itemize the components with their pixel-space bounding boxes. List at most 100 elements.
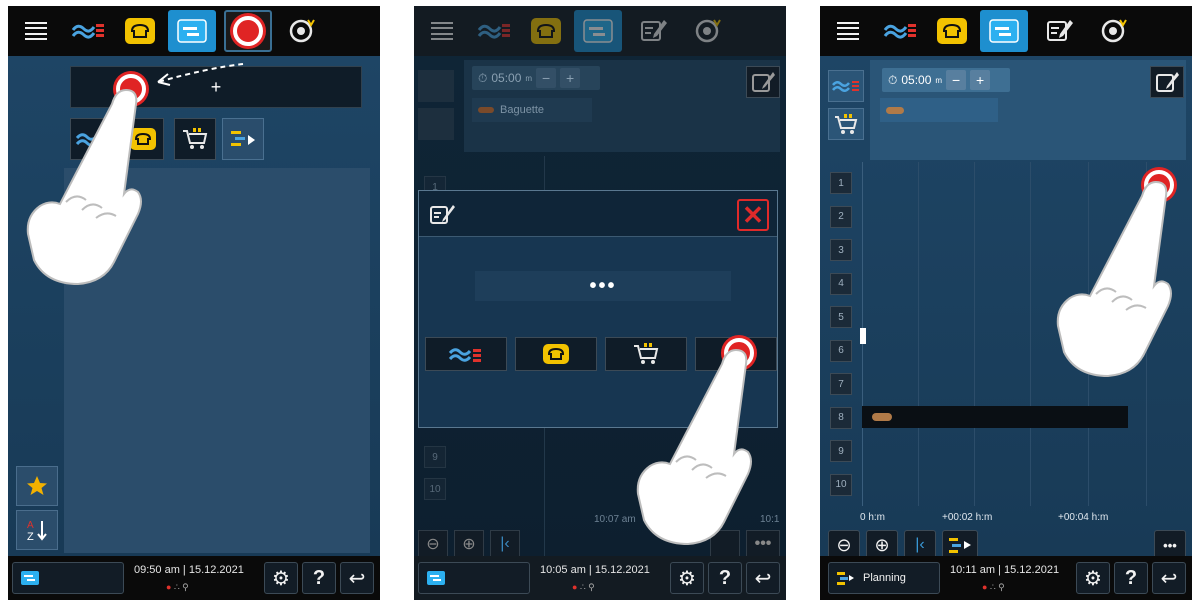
zoom-out-icon: ⊖ (426, 536, 440, 553)
menu-button[interactable] (418, 10, 466, 52)
scheduled-program-bar[interactable] (862, 406, 1128, 428)
baguette-icon (478, 107, 494, 113)
nav-intelligent-cooking[interactable] (64, 10, 112, 52)
zoom-in-icon: ⊕ (462, 536, 476, 553)
jump-start-icon: |‹ (915, 536, 925, 553)
settings-button[interactable]: ⚙ (670, 562, 704, 594)
dialog-cat-bakery[interactable] (515, 337, 597, 371)
cart-icon (835, 114, 858, 134)
rack-3[interactable]: 3 (830, 239, 852, 261)
star-icon (27, 476, 47, 495)
time-tick: 0 h:m (860, 512, 886, 523)
name-input[interactable]: ••• (475, 271, 731, 301)
notes-icon (641, 20, 667, 41)
side-tab-cart[interactable] (828, 108, 864, 140)
nav-bakery[interactable] (522, 10, 570, 52)
planning-list-icon (837, 572, 854, 585)
tab-planning[interactable] (222, 118, 264, 160)
gear-icon: ⚙ (678, 567, 696, 590)
close-icon: ✕ (742, 200, 764, 230)
nav-cleaning[interactable] (278, 10, 326, 52)
hamburger-icon (431, 22, 453, 40)
rack-10[interactable]: 10 (424, 478, 446, 500)
rack-8[interactable]: 8 (830, 406, 852, 429)
tab-shopping-cart[interactable] (174, 118, 216, 160)
side-tab-combi[interactable] (418, 70, 454, 102)
sort-az-button[interactable]: A Z (16, 510, 58, 550)
rack-9[interactable]: 9 (424, 446, 446, 468)
dialog-header: ✕ (419, 191, 777, 237)
back-arrow-icon: ↩ (1160, 567, 1178, 590)
rack-5[interactable]: 5 (830, 306, 852, 328)
svg-text:Z: Z (27, 531, 34, 543)
rack-4[interactable]: 4 (830, 272, 852, 295)
gear-icon: ⚙ (272, 567, 290, 590)
menu-button[interactable] (12, 10, 60, 52)
status-icons: ● ∴ ⚲ (982, 582, 1005, 592)
hand-pointer-icon (26, 88, 142, 286)
rack-10[interactable]: 10 (830, 473, 852, 496)
nav-intelligent-cooking[interactable] (470, 10, 518, 52)
help-icon: ? (312, 566, 326, 589)
help-button[interactable]: ? (302, 562, 336, 594)
clean-icon (289, 19, 315, 43)
rack-6[interactable]: 6 (830, 339, 852, 362)
back-button[interactable]: ↩ (1152, 562, 1186, 594)
bread-icon (531, 18, 561, 44)
clock-date: 10:11 am | 15.12.2021 (950, 564, 1060, 576)
zoom-out-icon: ⊖ (836, 534, 852, 555)
mode-button[interactable] (12, 562, 124, 594)
screen-panel-2: ⏱ 05:00m − + Baguette 1 9 10 10:07 am am… (414, 6, 786, 600)
help-button[interactable]: ? (708, 562, 742, 594)
back-arrow-icon: ↩ (754, 567, 772, 590)
edit-notes-button[interactable] (1150, 66, 1184, 98)
plus-button[interactable]: + (970, 70, 991, 90)
notes-icon (752, 72, 775, 92)
nav-notes[interactable] (1036, 10, 1084, 52)
edit-notes-button[interactable] (746, 66, 780, 98)
time-cursor[interactable] (860, 328, 866, 344)
nav-bakery[interactable] (116, 10, 164, 52)
zoom-in-button[interactable]: ⊕ (454, 530, 484, 558)
close-button[interactable]: ✕ (737, 199, 769, 231)
nav-notes[interactable] (630, 10, 678, 52)
rack-7[interactable]: 7 (830, 373, 852, 395)
side-tab-combi[interactable] (828, 70, 864, 102)
minus-button[interactable]: − (536, 68, 557, 88)
minus-button[interactable]: − (946, 70, 967, 90)
nav-bakery[interactable] (928, 10, 976, 52)
rack-2[interactable]: 2 (830, 205, 852, 228)
settings-button[interactable]: ⚙ (264, 562, 298, 594)
rack-1[interactable]: 1 (830, 172, 852, 194)
nav-icookingplanner[interactable] (168, 10, 216, 52)
timer-control[interactable]: ⏱ 05:00 m − + (472, 66, 600, 90)
nav-cleaning[interactable] (1090, 10, 1138, 52)
help-button[interactable]: ? (1114, 562, 1148, 594)
nav-icookingplanner[interactable] (980, 10, 1028, 52)
rack-9[interactable]: 9 (830, 440, 852, 462)
timer-control[interactable]: ⏱ 05:00 m − + (882, 68, 1010, 92)
hand-pointer-icon (1056, 180, 1172, 378)
back-button[interactable]: ↩ (340, 562, 374, 594)
settings-button[interactable]: ⚙ (1076, 562, 1110, 594)
menu-button[interactable] (824, 10, 872, 52)
zoom-out-button[interactable]: ⊖ (418, 530, 448, 558)
nav-icookingplanner[interactable] (574, 10, 622, 52)
jump-start-button[interactable]: |‹ (490, 530, 520, 558)
planning-list-icon (949, 538, 971, 553)
back-button[interactable]: ↩ (746, 562, 780, 594)
dialog-cat-combi[interactable] (425, 337, 507, 371)
favorites-button[interactable] (16, 466, 58, 506)
mode-button[interactable]: Planning (828, 562, 940, 594)
planner-icon (583, 19, 613, 43)
program-row[interactable] (880, 98, 998, 122)
plus-button[interactable]: + (560, 68, 581, 88)
nav-intelligent-cooking[interactable] (876, 10, 924, 52)
help-icon: ? (1124, 566, 1138, 589)
program-row[interactable]: Baguette (472, 98, 592, 122)
nav-cleaning[interactable] (684, 10, 732, 52)
combi-icon (832, 81, 859, 92)
mode-button[interactable] (418, 562, 530, 594)
side-tab-cart[interactable] (418, 108, 454, 140)
nav-notes[interactable] (224, 10, 272, 52)
